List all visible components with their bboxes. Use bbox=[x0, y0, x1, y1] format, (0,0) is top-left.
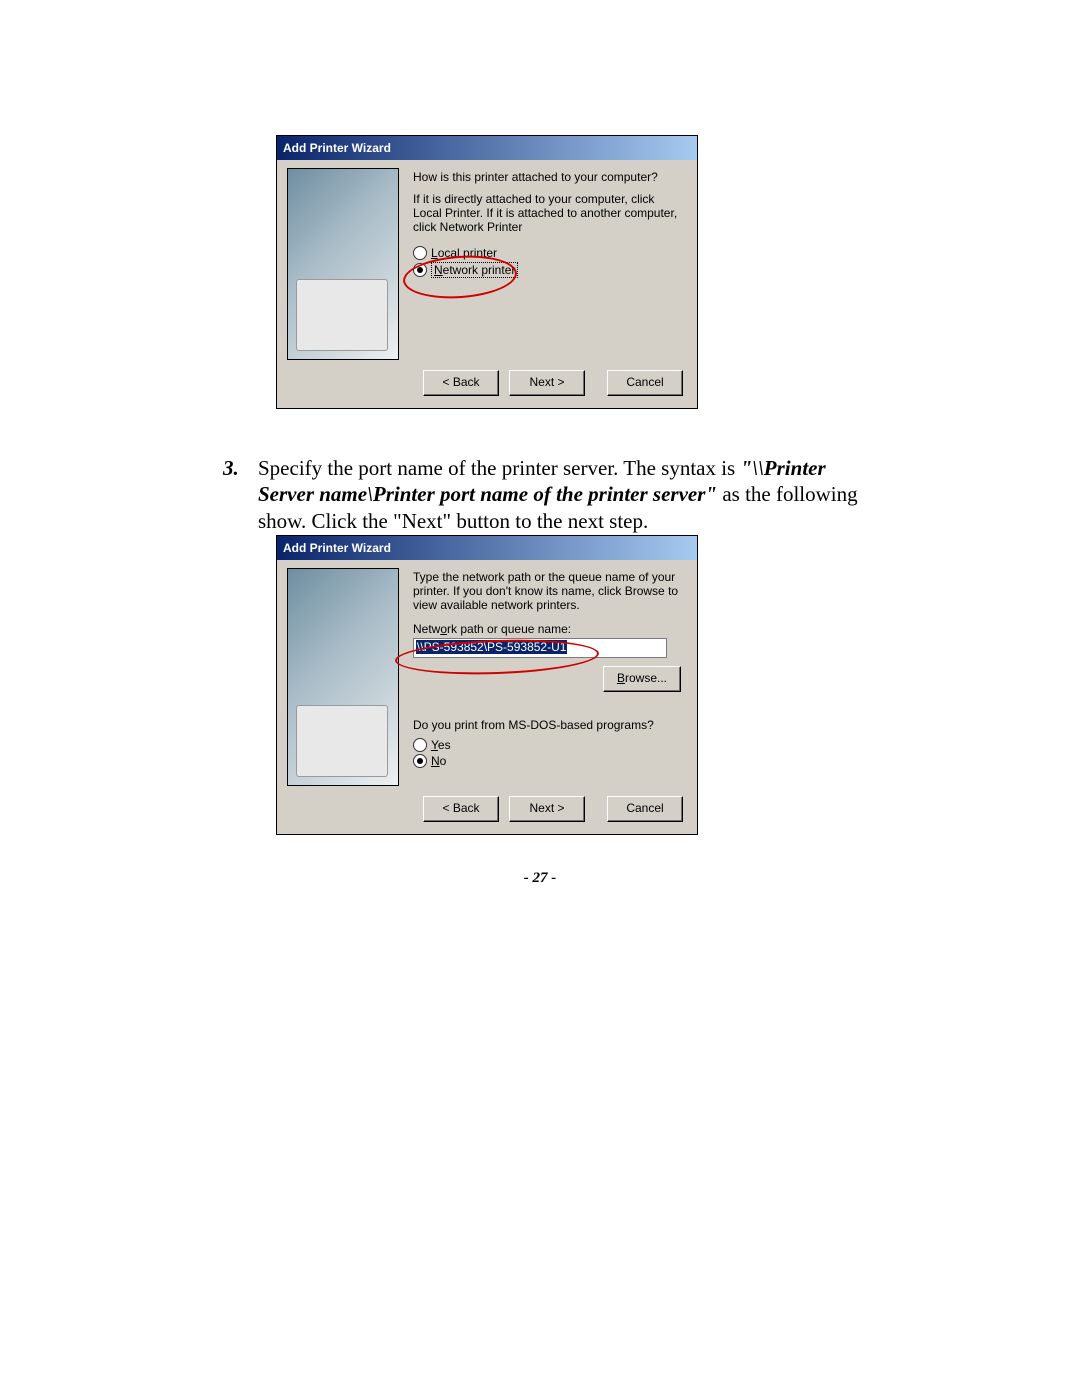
instruction-text: Type the network path or the queue name … bbox=[413, 570, 681, 612]
path-value: \\PS-593852\PS-593852-U1 bbox=[416, 640, 567, 654]
title-text: Add Printer Wizard bbox=[283, 141, 391, 155]
radio-yes[interactable]: Yes bbox=[413, 738, 681, 752]
network-path-input[interactable]: \\PS-593852\PS-593852-U1 bbox=[413, 638, 667, 658]
next-button[interactable]: Next > bbox=[509, 370, 585, 396]
back-button[interactable]: < Back bbox=[423, 370, 499, 396]
radio-icon bbox=[413, 738, 427, 752]
radio-no[interactable]: No bbox=[413, 754, 681, 768]
wizard-side-image bbox=[287, 568, 399, 786]
radio-local-printer[interactable]: Local printer bbox=[413, 246, 681, 260]
step-number: 3. bbox=[223, 455, 239, 481]
cancel-button[interactable]: Cancel bbox=[607, 796, 683, 822]
radio-label: Yes bbox=[431, 738, 451, 752]
cancel-button[interactable]: Cancel bbox=[607, 370, 683, 396]
page-number: - 27 - bbox=[0, 870, 1080, 887]
step-instruction: 3. Specify the port name of the printer … bbox=[224, 455, 864, 534]
question-text: How is this printer attached to your com… bbox=[413, 170, 681, 184]
dialog-attachment: Add Printer Wizard How is this printer a… bbox=[276, 135, 698, 409]
instruction-text: If it is directly attached to your compu… bbox=[413, 192, 681, 234]
next-button[interactable]: Next > bbox=[509, 796, 585, 822]
radio-label: Local printer bbox=[431, 246, 497, 260]
radio-network-printer[interactable]: Network printer bbox=[413, 262, 681, 278]
wizard-side-image bbox=[287, 168, 399, 360]
radio-icon bbox=[413, 246, 427, 260]
dialog-network-path: Add Printer Wizard Type the network path… bbox=[276, 535, 698, 835]
radio-icon bbox=[413, 754, 427, 768]
titlebar: Add Printer Wizard bbox=[277, 536, 697, 560]
path-label: Network path or queue name: bbox=[413, 622, 681, 636]
step-line1: Specify the port name of the printer ser… bbox=[258, 456, 740, 480]
browse-button[interactable]: Browse... bbox=[603, 666, 681, 692]
radio-label: No bbox=[431, 754, 446, 768]
back-button[interactable]: < Back bbox=[423, 796, 499, 822]
title-text: Add Printer Wizard bbox=[283, 541, 391, 555]
dos-question: Do you print from MS-DOS-based programs? bbox=[413, 718, 681, 732]
radio-icon bbox=[413, 263, 427, 277]
titlebar: Add Printer Wizard bbox=[277, 136, 697, 160]
radio-label: Network printer bbox=[431, 262, 518, 278]
